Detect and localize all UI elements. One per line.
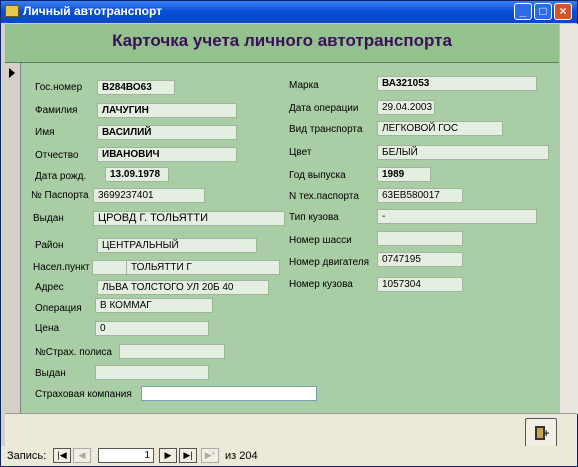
operaciya-field[interactable]: В КОММАГ [95, 298, 213, 313]
tip-kuzova-field[interactable]: - [377, 209, 537, 224]
familiya-label: Фамилия [35, 105, 78, 116]
imya-field[interactable]: ВАСИЛИЙ [97, 125, 237, 140]
adres-field[interactable]: ЛЬВА ТОЛСТОГО УЛ 20Б 40 [97, 280, 269, 295]
vydan-field[interactable]: ЦРОВД Г. ТОЛЬЯТТИ [93, 211, 285, 226]
record-of-label: из [225, 450, 237, 462]
strah-polis-label: №Страх. полиса [35, 347, 112, 358]
rayon-label: Район [35, 240, 64, 251]
nomer-shassi-field[interactable] [377, 231, 463, 246]
cvet-field[interactable]: БЕЛЫЙ [377, 145, 549, 160]
n-teh-pasporta-label: N тех.паспорта [289, 191, 359, 202]
nomer-shassi-label: Номер шасси [289, 235, 352, 246]
familiya-field[interactable]: ЛАЧУГИН [97, 103, 237, 118]
form-footer: + [5, 413, 577, 448]
close-button[interactable]: × [554, 3, 572, 20]
nomer-kuzova-field[interactable]: 1057304 [377, 277, 463, 292]
god-vypuska-label: Год выпуска [289, 170, 346, 181]
data-operacii-label: Дата операции [289, 103, 359, 114]
imya-label: Имя [35, 127, 55, 138]
exit-arrow-icon: + [543, 428, 550, 440]
gos-nomer-field[interactable]: В284ВО63 [97, 80, 175, 95]
pasport-field[interactable]: 3699237401 [93, 188, 205, 203]
title-bar[interactable]: Личный автотранспорт _ □ × [1, 1, 577, 23]
form-title: Карточка учета личного автотранспорта [112, 31, 452, 50]
strah-komp-label: Страховая компания [35, 389, 132, 400]
otchestvo-label: Отчество [35, 150, 79, 161]
vydan2-field[interactable] [95, 365, 209, 380]
record-selector[interactable] [5, 63, 21, 413]
vid-transporta-field[interactable]: ЛЕГКОВОЙ ГОС [377, 121, 503, 136]
marka-field[interactable]: ВА321053 [377, 76, 537, 91]
record-total: 204 [239, 450, 258, 462]
pasport-label: № Паспорта [31, 190, 89, 201]
form-detail: Гос.номер В284ВО63 Фамилия ЛАЧУГИН Имя В… [21, 63, 559, 413]
next-record-button[interactable]: ▶ [159, 448, 177, 463]
window-title: Личный автотранспорт [23, 4, 163, 18]
form-header: Карточка учета личного автотранспорта [5, 24, 559, 63]
god-vypuska-field[interactable]: 1989 [377, 167, 431, 182]
nasel-punkt-field-1[interactable] [92, 260, 128, 275]
nasel-punkt-field-2[interactable]: ТОЛЬЯТТИ Г [126, 260, 280, 275]
nomer-dvigatelya-label: Номер двигателя [289, 257, 370, 268]
cena-field[interactable]: 0 [95, 321, 209, 336]
data-rozhd-label: Дата рожд. [35, 171, 87, 182]
new-record-button[interactable]: ▶* [201, 448, 219, 463]
data-operacii-field[interactable]: 29.04.2003 [377, 100, 435, 115]
otchestvo-field[interactable]: ИВАНОВИЧ [97, 147, 237, 162]
vertical-scrollbar[interactable] [559, 24, 578, 414]
strah-polis-field[interactable] [119, 344, 225, 359]
record-selector-arrow-icon [9, 68, 15, 78]
minimize-button[interactable]: _ [514, 3, 532, 20]
maximize-button[interactable]: □ [534, 3, 552, 20]
first-record-button[interactable]: |◀ [53, 448, 71, 463]
marka-label: Марка [289, 80, 319, 91]
record-navigation: Запись: |◀ ◀ 1 ▶ ▶| ▶* из 204 [1, 446, 577, 466]
vid-transporta-label: Вид транспорта [289, 124, 363, 135]
gos-nomer-label: Гос.номер [35, 82, 83, 93]
nomer-kuzova-label: Номер кузова [289, 279, 353, 290]
n-teh-pasporta-field[interactable]: 63ЕВ580017 [377, 188, 463, 203]
form-icon [5, 5, 19, 17]
current-record-input[interactable]: 1 [98, 448, 154, 463]
record-count: из 204 [225, 450, 258, 462]
nomer-dvigatelya-field[interactable]: 0747195 [377, 252, 463, 267]
strah-komp-field[interactable] [141, 386, 317, 401]
rayon-field[interactable]: ЦЕНТРАЛЬНЫЙ [97, 238, 257, 253]
last-record-button[interactable]: ▶| [179, 448, 197, 463]
vydan-label: Выдан [33, 213, 64, 224]
prev-record-button[interactable]: ◀ [73, 448, 91, 463]
nasel-punkt-label: Насел.пункт [33, 262, 90, 273]
exit-button[interactable]: + [525, 418, 557, 448]
data-rozhd-field[interactable]: 13.09.1978 [105, 167, 169, 182]
operaciya-label: Операция [35, 303, 82, 314]
adres-label: Адрес [35, 282, 64, 293]
tip-kuzova-label: Тип кузова [289, 212, 339, 223]
cvet-label: Цвет [289, 147, 312, 158]
app-window: Личный автотранспорт _ □ × Карточка учет… [0, 0, 578, 467]
vydan2-label: Выдан [35, 368, 66, 379]
cena-label: Цена [35, 323, 60, 334]
record-label: Запись: [7, 450, 47, 462]
